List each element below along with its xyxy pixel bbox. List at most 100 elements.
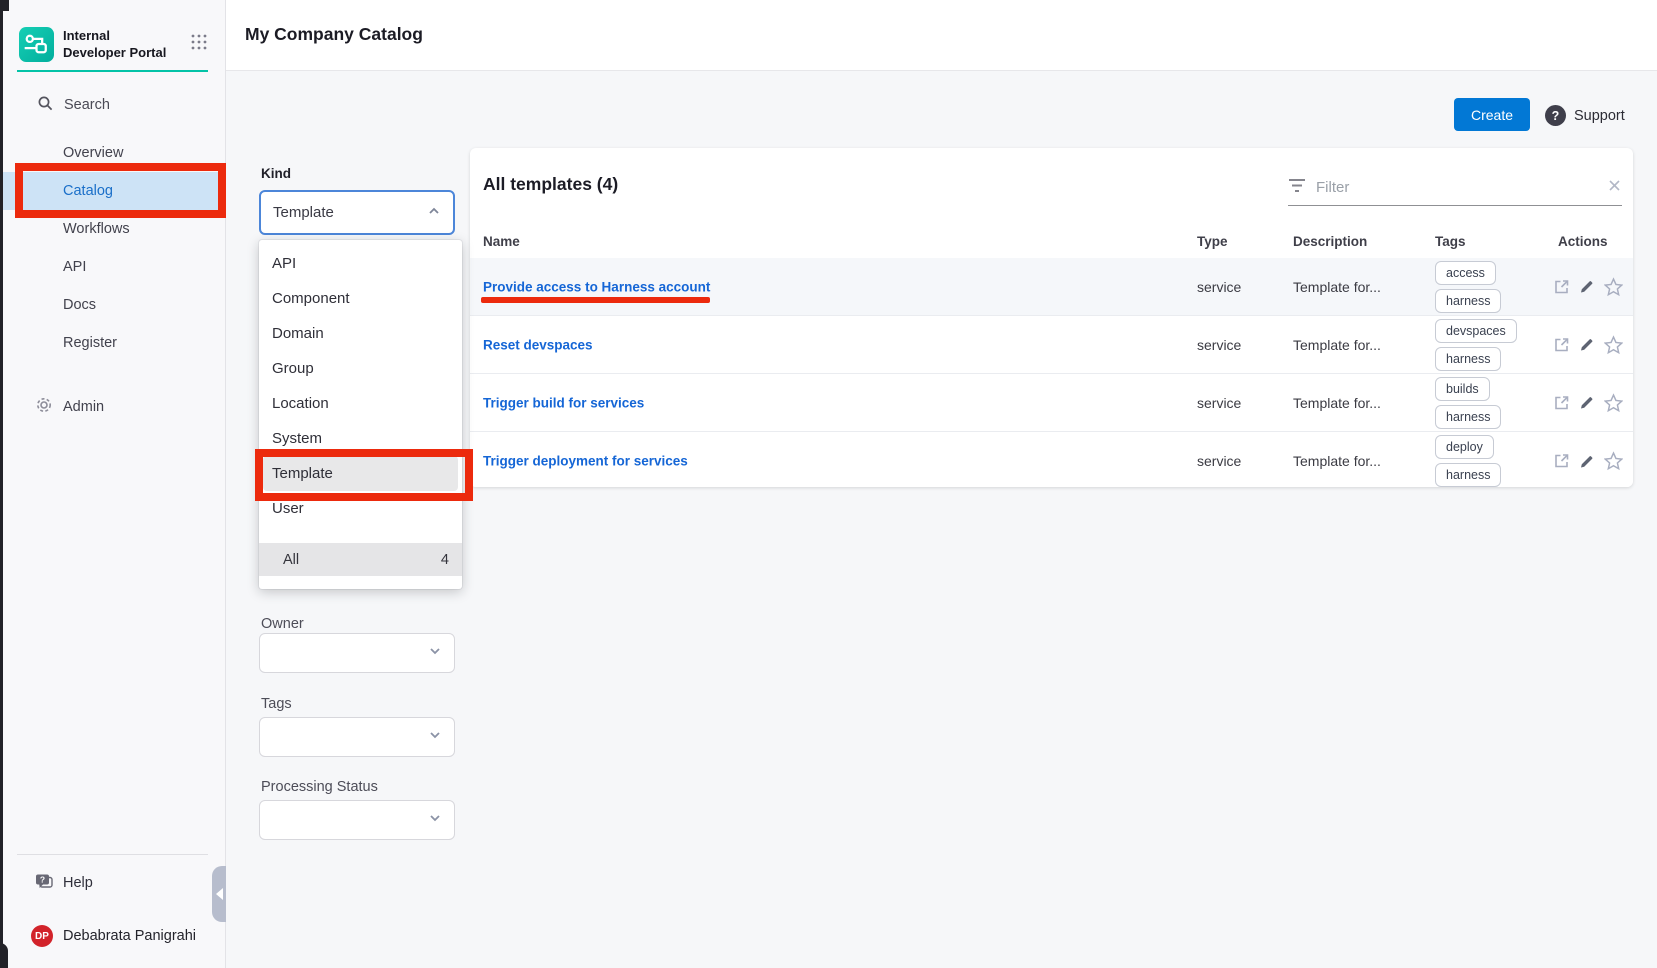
template-name-link[interactable]: Reset devspaces <box>483 337 593 352</box>
column-header-tags: Tags <box>1435 234 1466 249</box>
chevron-down-icon <box>428 728 442 747</box>
column-header-description: Description <box>1293 234 1367 249</box>
support-label: Support <box>1574 108 1625 124</box>
sidebar-item-admin[interactable]: Admin <box>0 389 260 425</box>
user-avatar: DP <box>31 925 53 947</box>
filter-input[interactable] <box>1314 178 1599 197</box>
tag-chip: deploy <box>1435 435 1494 459</box>
all-count: 4 <box>441 552 449 568</box>
description-cell: Template for... <box>1293 453 1381 469</box>
sidebar-search[interactable]: Search <box>0 88 262 122</box>
template-name-link[interactable]: Trigger build for services <box>483 395 644 410</box>
tags-cell: devspaces harness <box>1435 319 1517 371</box>
page-title: My Company Catalog <box>245 24 423 45</box>
create-button[interactable]: Create <box>1454 98 1530 131</box>
edit-icon[interactable] <box>1579 453 1595 469</box>
app-logo-icon[interactable] <box>19 27 54 62</box>
edit-icon[interactable] <box>1579 337 1595 353</box>
screen-corner-bottom <box>0 943 8 968</box>
kind-option-template[interactable]: Template <box>263 456 458 491</box>
page-header: My Company Catalog <box>225 0 1657 71</box>
tag-chip: harness <box>1435 289 1501 313</box>
kind-option-domain[interactable]: Domain <box>259 316 462 351</box>
description-cell: Template for... <box>1293 395 1381 411</box>
open-in-new-icon[interactable] <box>1553 453 1570 470</box>
help-chat-icon: ? <box>34 872 54 895</box>
search-label: Search <box>64 97 110 113</box>
kind-option-group[interactable]: Group <box>259 351 462 386</box>
kind-select[interactable]: Template <box>259 190 455 235</box>
app-title: Internal Developer Portal <box>63 28 175 61</box>
open-in-new-icon[interactable] <box>1553 278 1570 295</box>
table-row: Reset devspaces service Template for... … <box>470 316 1633 374</box>
open-in-new-icon[interactable] <box>1553 394 1570 411</box>
table-rows: Provide access to Harness account servic… <box>470 258 1633 487</box>
tag-chip: builds <box>1435 377 1490 401</box>
screen-left-edge <box>0 0 3 968</box>
sidebar-item-api[interactable]: API <box>0 248 225 286</box>
kind-option-all[interactable]: All 4 <box>259 543 462 576</box>
column-header-actions: Actions <box>1558 234 1608 249</box>
table-row: Trigger deployment for services service … <box>470 432 1633 487</box>
sidebar-item-overview[interactable]: Overview <box>0 134 225 172</box>
tag-chip: harness <box>1435 463 1501 487</box>
sidebar-collapse-handle[interactable] <box>212 866 226 922</box>
description-cell: Template for... <box>1293 279 1381 295</box>
sidebar-item-register[interactable]: Register <box>0 324 225 362</box>
type-cell: service <box>1197 279 1241 295</box>
processing-status-filter-label: Processing Status <box>261 779 378 795</box>
tags-cell: buildsharness <box>1435 377 1501 429</box>
template-name-link[interactable]: Trigger deployment for services <box>483 454 688 469</box>
kind-option-system[interactable]: System <box>259 421 462 456</box>
kind-option-location[interactable]: Location <box>259 386 462 421</box>
gear-icon <box>35 396 53 418</box>
chevron-down-icon <box>428 644 442 663</box>
tags-filter-label: Tags <box>261 696 292 712</box>
chevron-down-icon <box>428 811 442 830</box>
table-filter <box>1288 170 1622 206</box>
filter-icon <box>1288 177 1306 198</box>
processing-status-select[interactable] <box>259 800 455 840</box>
description-cell: Template for... <box>1293 337 1381 353</box>
logo-row: Internal Developer Portal <box>19 27 208 62</box>
favorite-star-icon[interactable] <box>1604 393 1623 412</box>
kind-option-user[interactable]: User <box>259 491 462 526</box>
edit-icon[interactable] <box>1579 279 1595 295</box>
admin-label: Admin <box>63 399 104 415</box>
favorite-star-icon[interactable] <box>1604 277 1623 296</box>
logo-divider <box>17 70 208 72</box>
type-cell: service <box>1197 337 1241 353</box>
row-actions <box>1553 452 1623 471</box>
edit-icon[interactable] <box>1579 395 1595 411</box>
collapse-arrow-icon <box>216 888 223 900</box>
type-cell: service <box>1197 453 1241 469</box>
tag-chip: devspaces <box>1435 319 1517 343</box>
tag-chip: harness <box>1435 347 1501 371</box>
templates-panel: All templates (4) NameTypeDescriptionTag… <box>470 148 1633 487</box>
owner-select[interactable] <box>259 633 455 673</box>
sidebar-item-workflows[interactable]: Workflows <box>0 210 225 248</box>
sidebar-user[interactable]: DP Debabrata Panigrahi <box>0 918 256 954</box>
template-name-link[interactable]: Provide access to Harness account <box>483 279 710 294</box>
favorite-star-icon[interactable] <box>1604 335 1623 354</box>
sidebar-item-docs[interactable]: Docs <box>0 286 225 324</box>
table-row: Provide access to Harness account servic… <box>470 258 1633 316</box>
kind-select-value: Template <box>273 204 334 221</box>
sidebar-item-catalog[interactable]: Catalog <box>0 172 225 210</box>
tags-select[interactable] <box>259 717 455 757</box>
clear-filter-icon[interactable] <box>1607 178 1622 198</box>
sidebar-divider <box>17 854 208 855</box>
tags-cell: accessharness <box>1435 261 1501 313</box>
support-button[interactable]: ? Support <box>1545 105 1625 126</box>
open-in-new-icon[interactable] <box>1553 336 1570 353</box>
row-actions <box>1553 277 1623 296</box>
row-actions <box>1553 393 1623 412</box>
help-label: Help <box>63 875 93 891</box>
app-grid-icon[interactable] <box>190 33 208 56</box>
kind-option-api[interactable]: API <box>259 246 462 281</box>
all-label: All <box>283 552 299 568</box>
favorite-star-icon[interactable] <box>1604 452 1623 471</box>
question-circle-icon: ? <box>1545 105 1566 126</box>
column-header-name: Name <box>483 234 520 249</box>
kind-option-component[interactable]: Component <box>259 281 462 316</box>
